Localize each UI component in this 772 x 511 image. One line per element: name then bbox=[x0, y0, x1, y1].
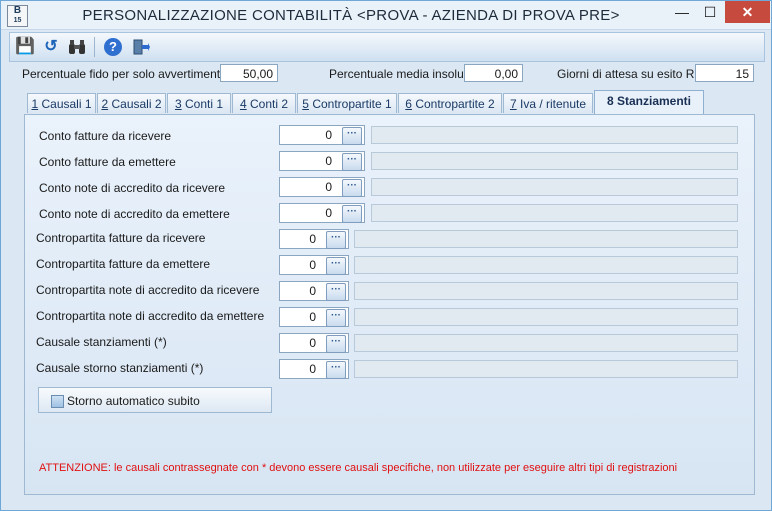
conto-note-emettere-input[interactable]: 0 ··· bbox=[279, 203, 365, 223]
contropartita-fatture-emettere-input[interactable]: 0 ··· bbox=[279, 255, 349, 275]
lookup-button[interactable]: ··· bbox=[342, 179, 362, 197]
description-field bbox=[354, 282, 738, 300]
lookup-button[interactable]: ··· bbox=[326, 283, 346, 301]
field-label: Contropartita fatture da emettere bbox=[36, 257, 211, 271]
checkbox-label: Storno automatico subito bbox=[67, 394, 200, 408]
tab-causali-2[interactable]: 2 Causali 2 bbox=[97, 93, 166, 113]
tab-causali-1[interactable]: 1 Causali 1 bbox=[27, 93, 96, 113]
insoluti-input[interactable]: 0,00 bbox=[464, 64, 523, 82]
app-icon: B 15 bbox=[7, 5, 28, 27]
lookup-button[interactable]: ··· bbox=[342, 153, 362, 171]
undo-icon[interactable]: ↺ bbox=[40, 36, 62, 58]
field-label: Conto fatture da ricevere bbox=[39, 129, 172, 143]
field-label: Conto note di accredito da ricevere bbox=[39, 181, 226, 195]
field-label: Contropartita note di accredito da emett… bbox=[36, 309, 265, 323]
causale-stanziamenti-input[interactable]: 0 ··· bbox=[279, 333, 349, 353]
tab-panel-stanziamenti bbox=[24, 114, 755, 495]
insoluti-label: Percentuale media insoluti bbox=[329, 67, 470, 81]
help-icon[interactable]: ? bbox=[102, 36, 124, 58]
save-icon[interactable]: 💾 bbox=[14, 36, 36, 58]
field-label: Conto fatture da emettere bbox=[39, 155, 176, 169]
toolbar: 💾 ↺ ? bbox=[9, 32, 765, 62]
conto-fatture-ricevere-input[interactable]: 0 ··· bbox=[279, 125, 365, 145]
description-field bbox=[354, 256, 738, 274]
description-field bbox=[371, 126, 738, 144]
fido-input[interactable]: 50,00 bbox=[220, 64, 278, 82]
minimize-button[interactable]: — bbox=[669, 1, 695, 23]
main-window: B 15 PERSONALIZZAZIONE CONTABILITÀ <PROVA… bbox=[0, 0, 772, 511]
lookup-button[interactable]: ··· bbox=[342, 127, 362, 145]
lookup-button[interactable]: ··· bbox=[326, 257, 346, 275]
causale-storno-input[interactable]: 0 ··· bbox=[279, 359, 349, 379]
title-bar[interactable]: B 15 PERSONALIZZAZIONE CONTABILITÀ <PROVA… bbox=[1, 1, 771, 30]
description-field bbox=[354, 230, 738, 248]
window-title: PERSONALIZZAZIONE CONTABILITÀ <PROVA - A… bbox=[82, 7, 620, 24]
checkbox-box[interactable] bbox=[51, 395, 64, 408]
giorni-input[interactable]: 15 bbox=[695, 64, 754, 82]
giorni-label: Giorni di attesa su esito RB bbox=[557, 67, 703, 81]
storno-automatico-checkbox[interactable]: Storno automatico subito bbox=[38, 387, 272, 413]
exit-icon[interactable] bbox=[130, 36, 152, 58]
lookup-button[interactable]: ··· bbox=[326, 335, 346, 353]
contropartita-note-emettere-input[interactable]: 0 ··· bbox=[279, 307, 349, 327]
field-label: Conto note di accredito da emettere bbox=[39, 207, 230, 221]
warning-message: ATTENZIONE: le causali contrassegnate co… bbox=[39, 462, 678, 474]
lookup-button[interactable]: ··· bbox=[326, 309, 346, 327]
field-label: Contropartita note di accredito da ricev… bbox=[36, 283, 260, 297]
tab-iva-ritenute[interactable]: 7 Iva / ritenute bbox=[503, 93, 593, 113]
contropartita-fatture-ricevere-input[interactable]: 0 ··· bbox=[279, 229, 349, 249]
tab-conti-1[interactable]: 3 Conti 1 bbox=[167, 93, 231, 113]
description-field bbox=[354, 334, 738, 352]
lookup-button[interactable]: ··· bbox=[342, 205, 362, 223]
tab-contropartite-1[interactable]: 5 Contropartite 1 bbox=[297, 93, 397, 113]
field-label: Causale stanziamenti (*) bbox=[36, 335, 167, 349]
description-field bbox=[354, 308, 738, 326]
lookup-button[interactable]: ··· bbox=[326, 231, 346, 249]
field-label: Causale storno stanziamenti (*) bbox=[36, 361, 204, 375]
description-field bbox=[354, 360, 738, 378]
toolbar-separator bbox=[94, 37, 95, 57]
field-label: Contropartita fatture da ricevere bbox=[36, 231, 206, 245]
contropartita-note-ricevere-input[interactable]: 0 ··· bbox=[279, 281, 349, 301]
lookup-button[interactable]: ··· bbox=[326, 361, 346, 379]
description-field bbox=[371, 152, 738, 170]
conto-fatture-emettere-input[interactable]: 0 ··· bbox=[279, 151, 365, 171]
close-button[interactable]: ✕ bbox=[725, 1, 770, 23]
conto-note-ricevere-input[interactable]: 0 ··· bbox=[279, 177, 365, 197]
description-field bbox=[371, 204, 738, 222]
description-field bbox=[371, 178, 738, 196]
tab-conti-2[interactable]: 4 Conti 2 bbox=[232, 93, 296, 113]
tab-contropartite-2[interactable]: 6 Contropartite 2 bbox=[398, 93, 502, 113]
fido-label: Percentuale fido per solo avvertimento bbox=[22, 67, 227, 81]
maximize-button[interactable]: ☐ bbox=[697, 1, 723, 23]
tab-stanziamenti[interactable]: 8 Stanziamenti bbox=[594, 90, 704, 114]
binoculars-icon[interactable] bbox=[66, 36, 88, 58]
